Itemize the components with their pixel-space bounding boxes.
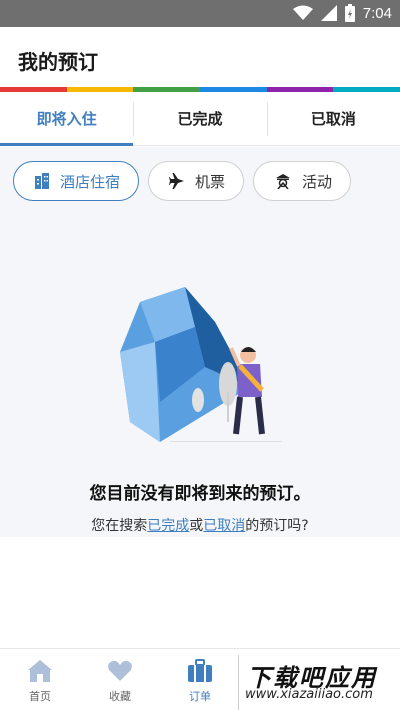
plane-icon — [169, 173, 185, 189]
content-area: 酒店住宿 机票 活动 您目前没有即将到来的预订。 您在搜索已完成或已取消的预订吗… — [0, 147, 400, 537]
hint-prefix: 您在搜索 — [91, 518, 148, 534]
tab-label: 已取消 — [310, 110, 356, 128]
hotel-icon — [35, 173, 49, 189]
watermark-url: www.xiazaiiiao.com — [245, 687, 373, 702]
hint-suffix: 的预订吗? — [245, 518, 309, 534]
tab-label: 即将入住 — [36, 110, 97, 128]
tab-upcoming[interactable]: 即将入住 — [0, 92, 134, 146]
empty-state-title: 您目前没有即将到来的预订。 — [89, 484, 311, 504]
status-bar: 7:04 — [0, 0, 400, 27]
nav-label: 订单 — [189, 690, 211, 703]
status-icons: 7:04 — [292, 3, 392, 23]
signal-icon — [320, 5, 337, 21]
nav-label: 收藏 — [109, 690, 131, 703]
page-title: 我的预订 — [18, 50, 98, 74]
empty-state-illustration — [120, 287, 282, 442]
filter-label: 酒店住宿 — [60, 172, 121, 191]
filter-label: 活动 — [302, 172, 333, 191]
nav-orders[interactable]: 订单 — [160, 649, 240, 710]
filter-flight[interactable]: 机票 — [148, 161, 245, 201]
status-time: 7:04 — [362, 4, 392, 22]
filter-hotel[interactable]: 酒店住宿 — [13, 161, 140, 201]
empty-state-hint: 您在搜索已完成或已取消的预订吗? — [0, 515, 400, 535]
watermark: 下载吧应用 www.xiazaiiiao.com — [238, 655, 400, 710]
heart-icon — [108, 660, 132, 681]
wifi-icon — [292, 5, 313, 20]
link-completed[interactable]: 已完成 — [147, 518, 189, 534]
suitcase-icon — [188, 659, 212, 682]
header: 我的预订 — [0, 27, 400, 87]
tab-completed[interactable]: 已完成 — [133, 92, 266, 145]
link-cancelled[interactable]: 已取消 — [203, 518, 245, 534]
nav-label: 首页 — [29, 690, 51, 703]
battery-icon — [344, 4, 355, 22]
filter-chips: 酒店住宿 机票 活动 — [13, 161, 352, 201]
booking-tabs: 即将入住 已完成 已取消 — [0, 92, 400, 146]
tab-cancelled[interactable]: 已取消 — [266, 92, 400, 145]
filter-activity[interactable]: 活动 — [253, 161, 352, 201]
nav-favorites[interactable]: 收藏 — [80, 649, 160, 710]
hint-or: 或 — [189, 518, 204, 534]
tab-label: 已完成 — [177, 110, 223, 128]
activity-icon — [276, 174, 291, 189]
home-icon — [28, 660, 52, 682]
nav-home[interactable]: 首页 — [0, 649, 80, 710]
filter-label: 机票 — [195, 172, 226, 191]
